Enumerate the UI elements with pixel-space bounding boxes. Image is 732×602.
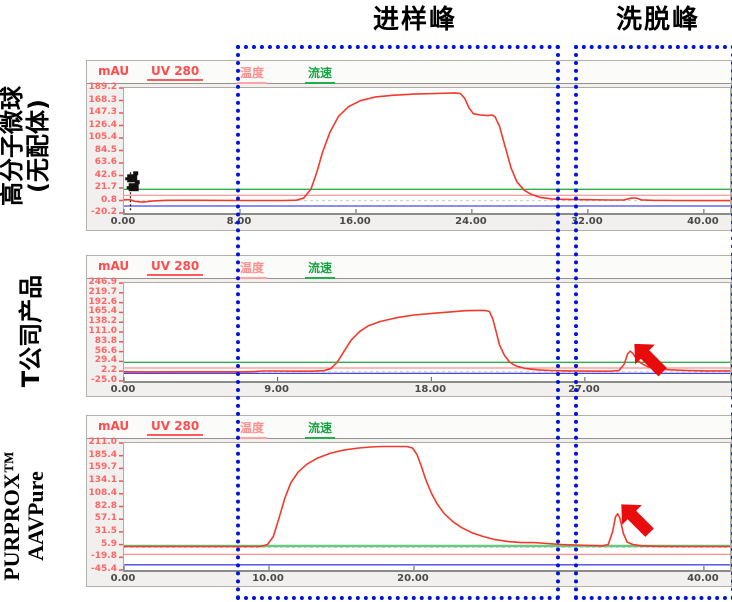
temperature-curve-label[interactable]: 温度 (237, 64, 267, 84)
x-tick-label: 24.00 (449, 216, 493, 227)
y-tick-label: 219.7 (77, 287, 117, 297)
temperature-curve-label[interactable]: 温度 (237, 419, 267, 439)
y-tick-label: 84.5 (77, 145, 117, 155)
x-tick-label: 9.00 (255, 384, 299, 395)
chromatogram-plot (123, 282, 731, 383)
y-tick-label: 111.0 (77, 326, 117, 336)
y-tick-label: 108.4 (77, 488, 117, 498)
elution-arrow-icon (625, 334, 673, 382)
x-tick-label: 20.00 (391, 573, 435, 584)
y-tick-label: 246.9 (77, 277, 117, 287)
y-tick-label: 42.6 (77, 170, 117, 180)
injection-peak-title: 进样峰 (330, 4, 500, 36)
curve-legend-bar: mAU UV 280 温度 流速 (87, 256, 731, 279)
x-tick-label: 40.00 (681, 216, 725, 227)
y-tick-label: 31.5 (77, 526, 117, 536)
y-tick-label: 0.8 (77, 195, 117, 205)
chromatogram-canvas (124, 443, 730, 570)
y-tick-label: 189.2 (77, 82, 117, 92)
y-tick-label: 63.6 (77, 157, 117, 167)
x-tick-label: 8.00 (217, 216, 261, 227)
y-tick-label: 211.0 (77, 437, 117, 447)
chromatogram-panel-purprox-aavpure: mAU UV 280 温度 流速 211.0185.4159.7134.1108… (86, 415, 732, 587)
y-tick-label: 159.7 (77, 462, 117, 472)
y-axis: 246.9219.7192.6165.4138.2111.083.856.629… (87, 256, 121, 396)
uv280-curve-label[interactable]: UV 280 (147, 64, 203, 81)
x-tick-label: 10.00 (246, 573, 290, 584)
row-label-line: AAVPure (24, 431, 48, 601)
y-tick-label: 82.8 (77, 501, 117, 511)
chromatogram-panel-company-t: mAU UV 280 温度 流速 246.9219.7192.6165.4138… (86, 255, 732, 397)
x-tick-label: 18.00 (408, 384, 452, 395)
row-label-line: 高分子微球 (0, 51, 26, 241)
x-tick-label: 16.00 (333, 216, 377, 227)
chromatogram-panel-polymer-microsphere: mAU UV 280 温度 流速 189.2168.3147.3126.4105… (86, 60, 732, 231)
y-tick-label: 29.4 (77, 355, 117, 365)
y-tick-label: 165.4 (77, 306, 117, 316)
y-tick-label: 126.4 (77, 120, 117, 130)
y-tick-label: 168.3 (77, 95, 117, 105)
chromatogram-plot (123, 442, 731, 572)
y-tick-label: 5.9 (77, 539, 117, 549)
uv-trace (124, 93, 730, 202)
y-tick-label: 2.2 (77, 365, 117, 375)
x-tick-label: 0.00 (101, 216, 145, 227)
y-tick-label: 21.7 (77, 182, 117, 192)
row-label-polymer-microsphere: 高分子微球 (无配体) (0, 51, 60, 241)
elution-arrow-icon (611, 495, 659, 543)
row-label-line: (无配体) (26, 51, 52, 241)
elution-peak-title: 洗脱峰 (583, 4, 732, 36)
y-tick-label: 57.1 (77, 513, 117, 523)
curve-legend-bar: mAU UV 280 温度 流速 (87, 416, 731, 439)
x-tick-label: 40.00 (681, 573, 725, 584)
x-tick-label: 0.00 (101, 573, 145, 584)
row-label-purprox-aavpure: PURPROX™ AAVPure (0, 431, 56, 601)
y-tick-label: 192.6 (77, 297, 117, 307)
temperature-curve-label[interactable]: 温度 (237, 259, 267, 279)
y-axis: 211.0185.4159.7134.1108.482.857.131.55.9… (87, 416, 121, 586)
y-tick-label: 56.6 (77, 346, 117, 356)
uv280-curve-label[interactable]: UV 280 (147, 259, 203, 276)
y-tick-label: 185.4 (77, 450, 117, 460)
row-label-line: T公司产品 (19, 256, 45, 406)
flow-curve-label[interactable]: 流速 (305, 419, 335, 439)
chromatogram-canvas (124, 88, 730, 213)
y-tick-label: 147.3 (77, 107, 117, 117)
chromatogram-canvas (124, 283, 730, 381)
uv280-curve-label[interactable]: UV 280 (147, 419, 203, 436)
x-tick-label: 0.00 (101, 384, 145, 395)
chromatogram-plot (123, 87, 731, 215)
y-tick-label: 83.8 (77, 336, 117, 346)
y-axis: 189.2168.3147.3126.4105.484.563.642.621.… (87, 61, 121, 230)
y-tick-label: -19.8 (77, 551, 117, 561)
uv-trace (124, 447, 730, 547)
x-tick-label: 27.00 (562, 384, 606, 395)
flow-curve-label[interactable]: 流速 (305, 259, 335, 279)
y-tick-label: 134.1 (77, 475, 117, 485)
row-label-company-t-product: T公司产品 (19, 256, 49, 406)
curve-legend-bar: mAU UV 280 温度 流速 (87, 61, 731, 84)
y-tick-label: 105.4 (77, 132, 117, 142)
flow-curve-label[interactable]: 流速 (305, 64, 335, 84)
x-tick-label: 32.00 (565, 216, 609, 227)
y-tick-label: 138.2 (77, 316, 117, 326)
row-label-line: PURPROX™ (0, 431, 24, 601)
